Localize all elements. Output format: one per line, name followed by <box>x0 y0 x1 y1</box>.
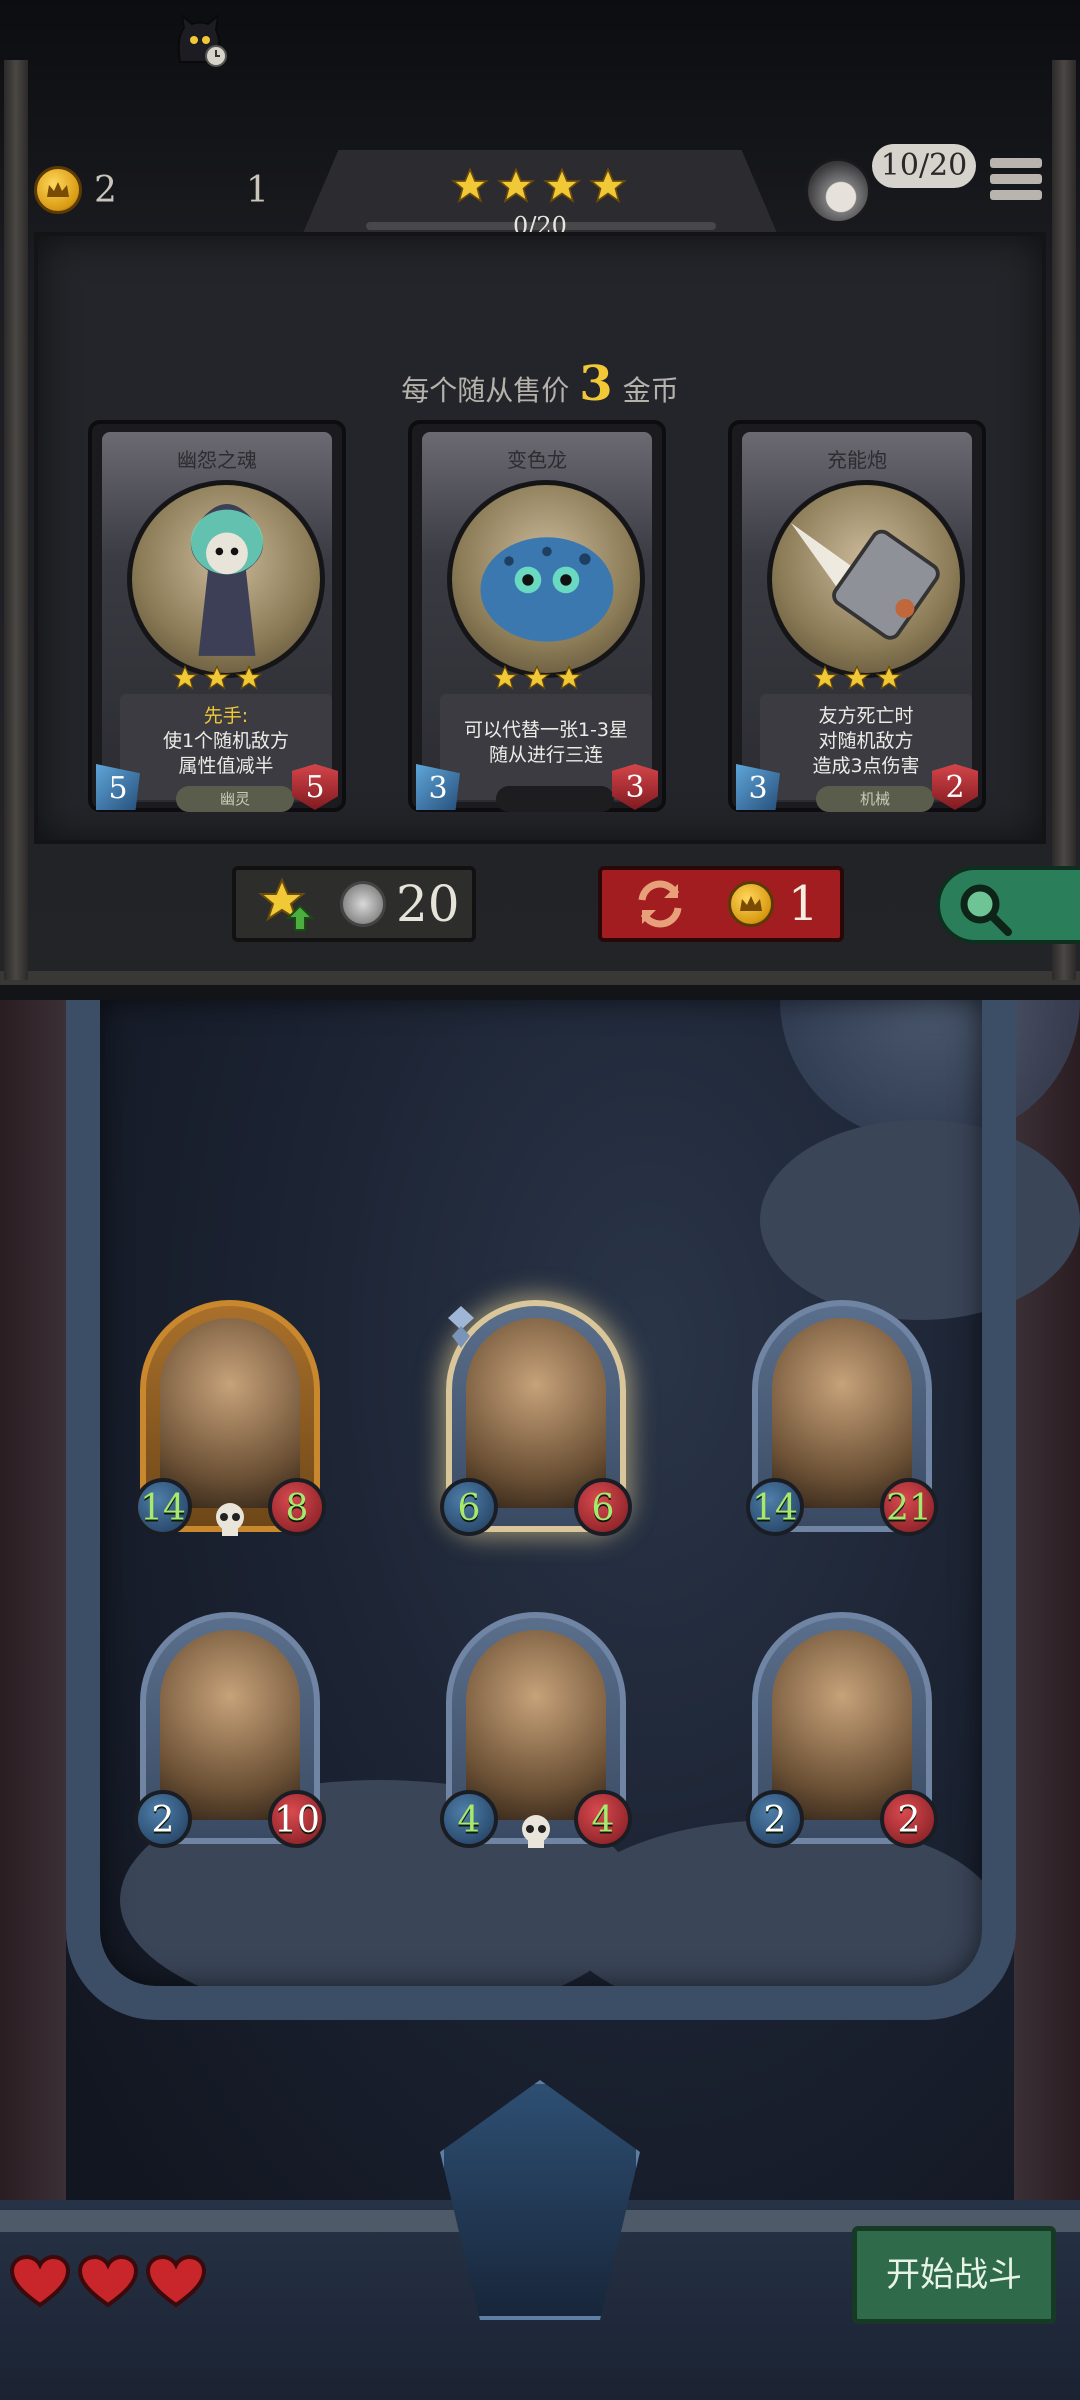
board-minion-5[interactable]: 44 <box>440 1612 632 1848</box>
minion-portrait <box>466 1630 606 1820</box>
card-effect-text: 友方死亡时 对随机敌方 造成3点伤害 <box>812 705 920 777</box>
refresh-cost: 1 <box>788 876 819 932</box>
minion-portrait <box>466 1318 606 1508</box>
minion-attack: 4 <box>440 1790 498 1848</box>
card-tribe <box>496 786 614 812</box>
tier-stars <box>450 166 628 210</box>
board-minion-1[interactable]: 14 8 <box>134 1300 326 1536</box>
silver-coin-icon <box>340 881 386 927</box>
turn-count: 1 <box>246 170 269 211</box>
board-minion-6[interactable]: 22 <box>746 1612 938 1848</box>
star-icon <box>496 166 536 210</box>
card-tribe: 幽灵 <box>176 786 294 812</box>
refresh-shop-button[interactable]: 1 <box>598 866 844 942</box>
skull-icon <box>216 1503 244 1536</box>
minion-portrait <box>160 1630 300 1820</box>
lives-hearts <box>9 2254 207 2313</box>
minion-health: 4 <box>574 1790 632 1848</box>
star-icon <box>542 166 582 210</box>
player-avatar[interactable] <box>805 158 871 224</box>
shop-card-1[interactable]: 幽怨之魂 先手: 使1个随机敌方 属性值减半 幽灵 5 5 <box>88 420 346 812</box>
search-icon <box>960 884 1012 936</box>
menu-icon[interactable] <box>990 158 1042 204</box>
minion-attack: 6 <box>440 1478 498 1536</box>
board-minion-2[interactable]: 66 <box>440 1300 632 1536</box>
heart-icon <box>77 2254 139 2313</box>
diamond-marker-icon <box>448 1306 474 1348</box>
shop-card-3[interactable]: 充能炮 友方死亡时 对随机敌方 造成3点伤害 机械 3 2 <box>728 420 986 812</box>
sell-price-line: 每个随从售价 3 金币 <box>0 356 1080 412</box>
upgrade-cost: 20 <box>396 875 460 933</box>
turn-cat-clock-icon <box>177 13 227 67</box>
minion-attack: 14 <box>746 1478 804 1536</box>
minion-health: 6 <box>574 1478 632 1536</box>
card-health: 2 <box>932 764 978 810</box>
chameleon-portrait <box>447 480 645 678</box>
card-stars <box>422 664 652 692</box>
board-minion-4[interactable]: 2 10 <box>134 1612 326 1848</box>
board-left-wall <box>0 1000 66 2400</box>
star-icon <box>450 166 490 210</box>
upgrade-tier-button[interactable]: 20 <box>232 866 476 942</box>
heart-icon <box>145 2254 207 2313</box>
card-stars <box>742 664 972 692</box>
frame-right <box>1052 60 1076 980</box>
population-bubble: 10/20 <box>872 144 976 188</box>
minion-attack: 2 <box>746 1790 804 1848</box>
minion-portrait <box>160 1318 300 1508</box>
shop-card-2[interactable]: 变色龙 可以代替一张1-3星 随从进行三连 3 3 <box>408 420 666 812</box>
minion-portrait <box>772 1318 912 1508</box>
sell-prefix: 每个随从售价 <box>401 374 570 407</box>
card-name: 变色龙 <box>507 448 567 472</box>
shop-panel: 2 1 0/20 10/20 每个随从售价 3 金币 幽怨之魂 先手: 使1个随… <box>0 0 1080 985</box>
minion-health: 10 <box>268 1790 326 1848</box>
card-frame: 幽怨之魂 先手: 使1个随机敌方 属性值减半 幽灵 <box>102 432 332 812</box>
card-name: 幽怨之魂 <box>177 448 257 472</box>
card-frame: 充能炮 友方死亡时 对随机敌方 造成3点伤害 机械 <box>742 432 972 812</box>
minion-health: 2 <box>880 1790 938 1848</box>
minion-attack: 2 <box>134 1790 192 1848</box>
card-keyword: 先手: <box>203 705 249 727</box>
gold-count: 2 <box>94 170 117 211</box>
sell-price-value: 3 <box>579 356 613 412</box>
search-button[interactable] <box>936 866 1080 944</box>
minion-health: 8 <box>268 1478 326 1536</box>
heart-icon <box>9 2254 71 2313</box>
board-minion-3[interactable]: 14 21 <box>746 1300 938 1536</box>
card-name: 充能炮 <box>827 448 887 472</box>
skull-icon <box>522 1815 550 1848</box>
minion-attack: 14 <box>134 1478 192 1536</box>
card-stars <box>102 664 332 692</box>
gold-coin-icon <box>728 881 774 927</box>
minion-health: 21 <box>880 1478 938 1536</box>
cannon-portrait <box>767 480 965 678</box>
card-tribe: 机械 <box>816 786 934 812</box>
star-upgrade-icon <box>258 877 315 931</box>
star-icon <box>588 166 628 210</box>
frame-left <box>4 60 28 980</box>
minion-portrait <box>772 1630 912 1820</box>
sell-suffix: 金币 <box>622 374 679 407</box>
card-health: 3 <box>612 764 658 810</box>
start-battle-button[interactable]: 开始战斗 <box>852 2226 1056 2324</box>
card-effect-text: 可以代替一张1-3星 随从进行三连 <box>463 719 629 766</box>
gold-coin-icon <box>34 166 82 214</box>
ghost-portrait <box>127 480 325 678</box>
refresh-icon <box>638 880 682 928</box>
card-frame: 变色龙 可以代替一张1-3星 随从进行三连 <box>422 432 652 812</box>
card-health: 5 <box>292 764 338 810</box>
